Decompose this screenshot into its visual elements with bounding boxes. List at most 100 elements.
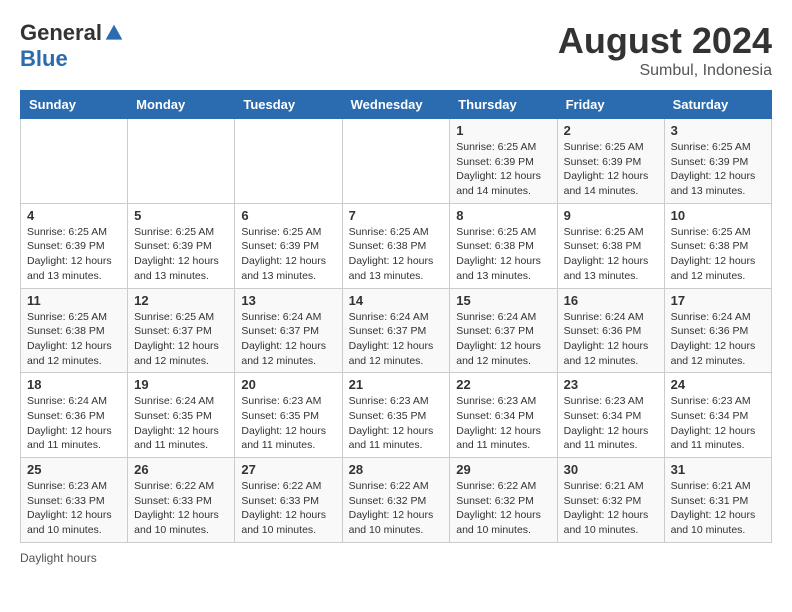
calendar-day-header: Friday	[557, 91, 664, 119]
day-number: 18	[27, 377, 121, 392]
day-number: 26	[134, 462, 228, 477]
calendar-cell: 19 Sunrise: 6:24 AM Sunset: 6:35 PM Dayli…	[128, 373, 235, 458]
calendar-cell: 12 Sunrise: 6:25 AM Sunset: 6:37 PM Dayli…	[128, 288, 235, 373]
calendar-cell: 9Sunrise: 6:25 AM Sunset: 6:38 PM Daylig…	[557, 203, 664, 288]
location-subtitle: Sumbul, Indonesia	[558, 62, 772, 80]
day-number: 12	[134, 293, 228, 308]
logo-icon	[104, 23, 124, 43]
calendar-table: SundayMondayTuesdayWednesdayThursdayFrid…	[20, 90, 772, 543]
calendar-cell: 3Sunrise: 6:25 AM Sunset: 6:39 PM Daylig…	[664, 119, 771, 204]
calendar-cell: 26 Sunrise: 6:22 AM Sunset: 6:33 PM Dayli…	[128, 458, 235, 543]
day-number: 4	[27, 208, 121, 223]
day-number: 2	[564, 123, 658, 138]
day-number: 27	[241, 462, 335, 477]
day-number: 13	[241, 293, 335, 308]
calendar-cell: 17Sunrise: 6:24 AM Sunset: 6:36 PM Dayli…	[664, 288, 771, 373]
day-info: Sunrise: 6:25 AM Sunset: 6:39 PM Dayligh…	[27, 225, 121, 284]
day-info: Sunrise: 6:24 AM Sunset: 6:37 PM Dayligh…	[456, 310, 550, 369]
logo: General Blue	[20, 20, 124, 72]
day-info: Sunrise: 6:25 AM Sunset: 6:38 PM Dayligh…	[349, 225, 444, 284]
calendar-cell: 4 Sunrise: 6:25 AM Sunset: 6:39 PM Daylig…	[21, 203, 128, 288]
calendar-cell: 25Sunrise: 6:23 AM Sunset: 6:33 PM Dayli…	[21, 458, 128, 543]
day-number: 23	[564, 377, 658, 392]
calendar-header-row: SundayMondayTuesdayWednesdayThursdayFrid…	[21, 91, 772, 119]
day-info: Sunrise: 6:21 AM Sunset: 6:32 PM Dayligh…	[564, 479, 658, 538]
day-number: 28	[349, 462, 444, 477]
calendar-cell: 31 Sunrise: 6:21 AM Sunset: 6:31 PM Dayli…	[664, 458, 771, 543]
day-info: Sunrise: 6:23 AM Sunset: 6:35 PM Dayligh…	[241, 394, 335, 453]
day-info: Sunrise: 6:25 AM Sunset: 6:38 PM Dayligh…	[671, 225, 765, 284]
calendar-cell: 16 Sunrise: 6:24 AM Sunset: 6:36 PM Dayli…	[557, 288, 664, 373]
calendar-cell: 7Sunrise: 6:25 AM Sunset: 6:38 PM Daylig…	[342, 203, 450, 288]
day-info: Sunrise: 6:25 AM Sunset: 6:39 PM Dayligh…	[241, 225, 335, 284]
calendar-day-header: Wednesday	[342, 91, 450, 119]
calendar-cell: 18Sunrise: 6:24 AM Sunset: 6:36 PM Dayli…	[21, 373, 128, 458]
day-number: 31	[671, 462, 765, 477]
calendar-cell: 5 Sunrise: 6:25 AM Sunset: 6:39 PM Daylig…	[128, 203, 235, 288]
day-number: 25	[27, 462, 121, 477]
footer-note: Daylight hours	[20, 551, 772, 565]
day-number: 29	[456, 462, 550, 477]
day-number: 20	[241, 377, 335, 392]
calendar-cell: 21 Sunrise: 6:23 AM Sunset: 6:35 PM Dayli…	[342, 373, 450, 458]
day-number: 5	[134, 208, 228, 223]
logo-blue-text: Blue	[20, 46, 68, 71]
calendar-cell: 2Sunrise: 6:25 AM Sunset: 6:39 PM Daylig…	[557, 119, 664, 204]
logo-general-text: General	[20, 20, 102, 46]
calendar-cell: 6Sunrise: 6:25 AM Sunset: 6:39 PM Daylig…	[235, 203, 342, 288]
day-number: 16	[564, 293, 658, 308]
day-number: 8	[456, 208, 550, 223]
day-info: Sunrise: 6:24 AM Sunset: 6:37 PM Dayligh…	[241, 310, 335, 369]
day-info: Sunrise: 6:22 AM Sunset: 6:32 PM Dayligh…	[456, 479, 550, 538]
calendar-cell: 28 Sunrise: 6:22 AM Sunset: 6:32 PM Dayli…	[342, 458, 450, 543]
day-info: Sunrise: 6:23 AM Sunset: 6:34 PM Dayligh…	[671, 394, 765, 453]
day-number: 10	[671, 208, 765, 223]
day-info: Sunrise: 6:24 AM Sunset: 6:36 PM Dayligh…	[564, 310, 658, 369]
daylight-label: Daylight hours	[20, 551, 97, 565]
calendar-day-header: Sunday	[21, 91, 128, 119]
calendar-cell: 1Sunrise: 6:25 AM Sunset: 6:39 PM Daylig…	[450, 119, 557, 204]
day-number: 1	[456, 123, 550, 138]
day-info: Sunrise: 6:22 AM Sunset: 6:32 PM Dayligh…	[349, 479, 444, 538]
day-info: Sunrise: 6:25 AM Sunset: 6:37 PM Dayligh…	[134, 310, 228, 369]
day-info: Sunrise: 6:22 AM Sunset: 6:33 PM Dayligh…	[134, 479, 228, 538]
day-number: 14	[349, 293, 444, 308]
calendar-day-header: Saturday	[664, 91, 771, 119]
calendar-cell: 29 Sunrise: 6:22 AM Sunset: 6:32 PM Dayli…	[450, 458, 557, 543]
day-info: Sunrise: 6:25 AM Sunset: 6:38 PM Dayligh…	[27, 310, 121, 369]
day-info: Sunrise: 6:25 AM Sunset: 6:38 PM Dayligh…	[564, 225, 658, 284]
month-year-title: August 2024	[558, 20, 772, 62]
calendar-week-row: 4 Sunrise: 6:25 AM Sunset: 6:39 PM Daylig…	[21, 203, 772, 288]
calendar-cell: 20 Sunrise: 6:23 AM Sunset: 6:35 PM Dayli…	[235, 373, 342, 458]
day-info: Sunrise: 6:24 AM Sunset: 6:35 PM Dayligh…	[134, 394, 228, 453]
header: General Blue August 2024 Sumbul, Indones…	[20, 20, 772, 80]
day-info: Sunrise: 6:23 AM Sunset: 6:34 PM Dayligh…	[564, 394, 658, 453]
day-number: 19	[134, 377, 228, 392]
calendar-cell: 27Sunrise: 6:22 AM Sunset: 6:33 PM Dayli…	[235, 458, 342, 543]
day-info: Sunrise: 6:25 AM Sunset: 6:39 PM Dayligh…	[134, 225, 228, 284]
day-number: 24	[671, 377, 765, 392]
calendar-week-row: 25Sunrise: 6:23 AM Sunset: 6:33 PM Dayli…	[21, 458, 772, 543]
calendar-cell: 13 Sunrise: 6:24 AM Sunset: 6:37 PM Dayli…	[235, 288, 342, 373]
day-info: Sunrise: 6:25 AM Sunset: 6:38 PM Dayligh…	[456, 225, 550, 284]
day-number: 17	[671, 293, 765, 308]
calendar-cell	[235, 119, 342, 204]
day-info: Sunrise: 6:23 AM Sunset: 6:34 PM Dayligh…	[456, 394, 550, 453]
calendar-week-row: 1 Sunrise: 6:25 AM Sunset: 6:39 PM Daylig…	[21, 119, 772, 204]
calendar-cell: 8 Sunrise: 6:25 AM Sunset: 6:38 PM Daylig…	[450, 203, 557, 288]
calendar-cell	[21, 119, 128, 204]
day-info: Sunrise: 6:25 AM Sunset: 6:39 PM Dayligh…	[671, 140, 765, 199]
calendar-cell: 10 Sunrise: 6:25 AM Sunset: 6:38 PM Dayli…	[664, 203, 771, 288]
calendar-cell: 14 Sunrise: 6:24 AM Sunset: 6:37 PM Dayli…	[342, 288, 450, 373]
day-info: Sunrise: 6:24 AM Sunset: 6:37 PM Dayligh…	[349, 310, 444, 369]
calendar-cell: 23 Sunrise: 6:23 AM Sunset: 6:34 PM Dayli…	[557, 373, 664, 458]
day-info: Sunrise: 6:23 AM Sunset: 6:35 PM Dayligh…	[349, 394, 444, 453]
day-info: Sunrise: 6:21 AM Sunset: 6:31 PM Dayligh…	[671, 479, 765, 538]
day-number: 22	[456, 377, 550, 392]
calendar-day-header: Tuesday	[235, 91, 342, 119]
calendar-day-header: Monday	[128, 91, 235, 119]
day-number: 11	[27, 293, 121, 308]
day-number: 21	[349, 377, 444, 392]
calendar-cell	[128, 119, 235, 204]
calendar-cell: 30Sunrise: 6:21 AM Sunset: 6:32 PM Dayli…	[557, 458, 664, 543]
